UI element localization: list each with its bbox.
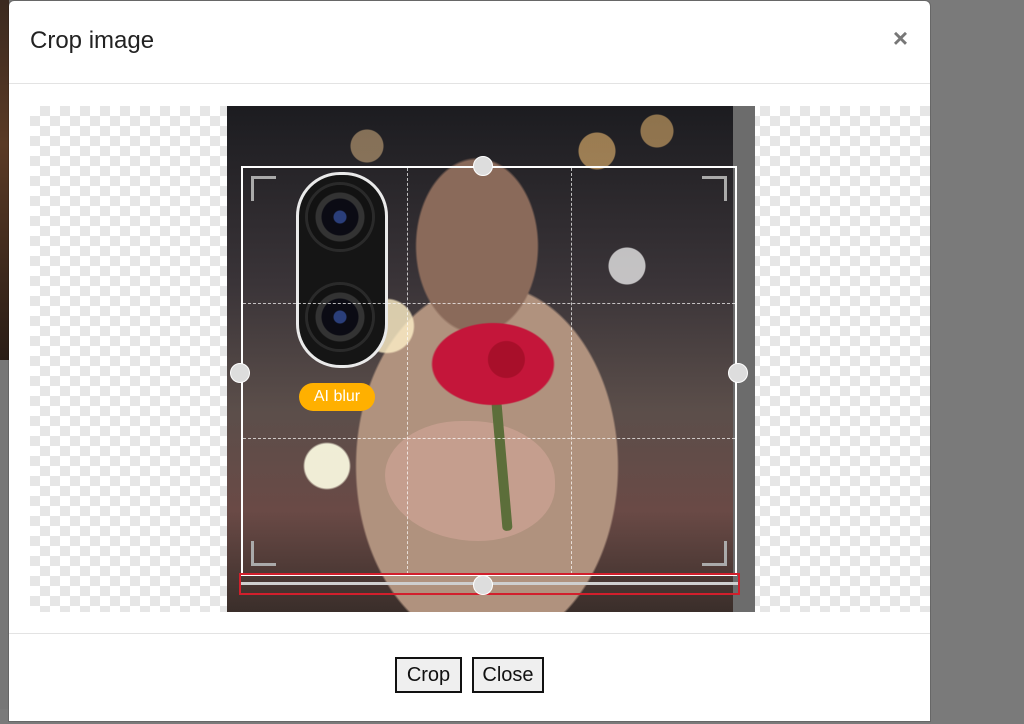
- dialog-header: Crop image ×: [9, 1, 930, 84]
- crop-handle-top[interactable]: [473, 156, 493, 176]
- close-button[interactable]: Close: [472, 657, 544, 693]
- background-overlay: [0, 360, 9, 709]
- crop-button[interactable]: Crop: [395, 657, 462, 693]
- corner-marker-icon: [702, 176, 727, 201]
- crop-handle-left[interactable]: [230, 363, 250, 383]
- dialog-footer: Crop Close: [9, 633, 930, 724]
- dialog-title: Crop image: [30, 27, 155, 54]
- crop-handle-bottom[interactable]: [473, 575, 493, 595]
- crop-dialog: Crop image × AI blur Crop Close: [9, 1, 930, 721]
- corner-marker-icon: [251, 176, 276, 201]
- crop-guide-line: [406, 168, 408, 574]
- close-icon[interactable]: ×: [893, 25, 908, 51]
- background-page: [0, 0, 9, 360]
- crop-guide-line: [243, 438, 735, 440]
- crop-canvas[interactable]: AI blur: [30, 106, 930, 612]
- crop-handle-right[interactable]: [728, 363, 748, 383]
- crop-guide-line: [570, 168, 572, 574]
- corner-marker-icon: [251, 541, 276, 566]
- crop-selection-box[interactable]: [241, 166, 737, 576]
- corner-marker-icon: [702, 541, 727, 566]
- crop-guide-line: [243, 303, 735, 305]
